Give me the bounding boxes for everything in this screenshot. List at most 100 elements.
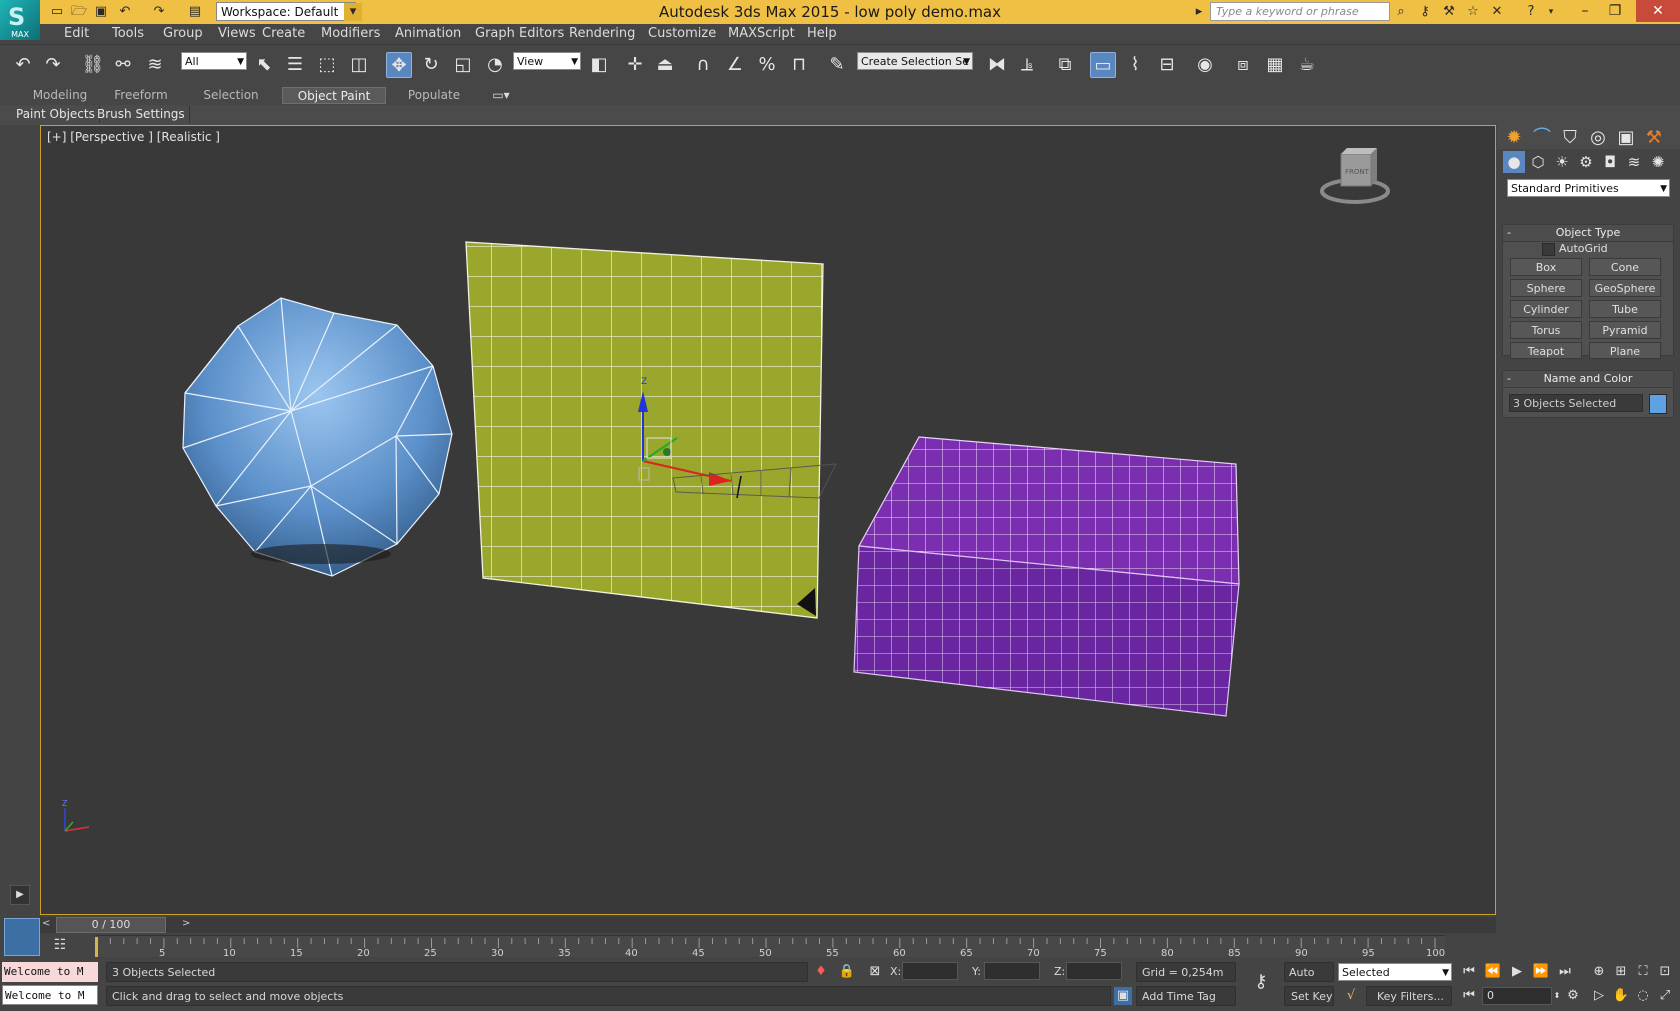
viewcube[interactable]: FRONT — [1320, 148, 1390, 204]
play-icon[interactable]: ▶ — [1508, 963, 1526, 981]
workspace-dropdown[interactable]: Workspace: Default ▼ — [216, 2, 356, 21]
zoom-all-icon[interactable]: ⊞ — [1612, 963, 1630, 981]
menu-views[interactable]: Views — [218, 26, 256, 41]
render-setup-icon[interactable]: ⧈ — [1230, 52, 1256, 78]
key-icon[interactable]: ⚷ — [1416, 3, 1434, 21]
spinner-snap-icon[interactable]: ⊓ — [786, 52, 812, 78]
render-production-icon[interactable]: ☕ — [1294, 52, 1320, 78]
select-object-icon[interactable]: ⬉ — [251, 52, 277, 78]
teapot-button[interactable]: Teapot — [1510, 342, 1582, 359]
create-tab-icon[interactable]: ✹ — [1501, 125, 1527, 151]
percent-snap-icon[interactable]: % — [754, 52, 780, 78]
rectangular-selection-icon[interactable]: ⬚ — [314, 52, 340, 78]
space-warps-icon[interactable]: ≋ — [1623, 151, 1645, 173]
selection-filter-dropdown[interactable]: All ▼ — [181, 52, 247, 70]
geosphere-button[interactable]: GeoSphere — [1589, 279, 1661, 297]
new-file-icon[interactable]: ▭ — [48, 3, 66, 21]
menu-customize[interactable]: Customize — [648, 26, 716, 41]
redo-icon[interactable]: ↷ — [40, 52, 66, 78]
go-to-start-icon[interactable]: ⏮ — [1460, 963, 1478, 981]
key-mode-dropdown[interactable]: Selected ▼ — [1338, 963, 1452, 981]
x-coordinate-field[interactable] — [902, 962, 958, 980]
y-coordinate-field[interactable] — [984, 962, 1040, 980]
time-slider[interactable]: < 0 / 100 > — [40, 917, 1496, 933]
motion-tab-icon[interactable]: ◎ — [1585, 125, 1611, 151]
curve-editor-mini-icon[interactable]: ☷ — [50, 937, 70, 955]
orbit-icon[interactable]: ◌ — [1634, 987, 1652, 1005]
go-to-end-icon[interactable]: ⏭ — [1556, 963, 1574, 981]
redo-icon[interactable]: ↷ — [150, 3, 168, 21]
select-and-place-icon[interactable]: ◔ — [482, 52, 508, 78]
z-coordinate-field[interactable] — [1066, 962, 1122, 980]
select-and-rotate-icon[interactable]: ↻ — [418, 52, 444, 78]
isolate-selection-icon[interactable]: ♦ — [812, 963, 830, 981]
autogrid-checkbox[interactable] — [1542, 243, 1555, 256]
set-key-icon[interactable]: ⚷ — [1248, 973, 1274, 991]
app-logo[interactable]: S MAX — [0, 0, 40, 40]
open-file-icon[interactable]: 🗁 — [70, 3, 88, 21]
plane-button[interactable]: Plane — [1589, 342, 1661, 359]
save-icon[interactable]: ▣ — [92, 3, 110, 21]
layer-explorer-icon[interactable]: ⧉ — [1052, 52, 1078, 78]
add-time-tag-button[interactable]: Add Time Tag — [1136, 986, 1236, 1006]
current-frame-field[interactable]: 0 — [1482, 987, 1552, 1005]
pivot-center-icon[interactable]: ◧ — [586, 52, 612, 78]
keyboard-shortcut-override-icon[interactable]: ⏏ — [652, 52, 678, 78]
menu-animation[interactable]: Animation — [395, 26, 461, 41]
snaps-toggle-icon[interactable]: ∩ — [690, 52, 716, 78]
next-frame-icon[interactable]: ⏩ — [1532, 963, 1550, 981]
geosphere-object[interactable] — [182, 297, 453, 577]
shapes-icon[interactable]: ⬡ — [1527, 151, 1549, 173]
object-color-swatch[interactable] — [1649, 394, 1667, 414]
window-crossing-icon[interactable]: ◫ — [346, 52, 372, 78]
bind-space-warp-icon[interactable]: ≋ — [142, 52, 168, 78]
edit-named-selection-icon[interactable]: ✎ — [824, 52, 850, 78]
cone-button[interactable]: Cone — [1589, 258, 1661, 276]
star-icon[interactable]: ☆ — [1464, 3, 1482, 21]
sphere-button[interactable]: Sphere — [1510, 279, 1582, 297]
track-bar[interactable]: 5 10 15 20 25 30 35 40 45 50 55 60 65 70… — [95, 935, 1445, 959]
box-button[interactable]: Box — [1510, 258, 1582, 276]
minimize-button[interactable]: – — [1570, 0, 1600, 22]
tools-icon[interactable]: ⚒ — [1440, 3, 1458, 21]
frame-spinner-icon[interactable]: ⬍ — [1552, 987, 1562, 1005]
default-in-out-tangent-icon[interactable]: √ — [1342, 987, 1360, 1005]
ribbon-options-icon[interactable]: ▭▾ — [486, 87, 516, 104]
key-mode-toggle-icon[interactable]: ⏮ — [1460, 987, 1478, 1005]
menu-create[interactable]: Create — [262, 26, 305, 41]
tab-object-paint[interactable]: Object Paint — [282, 87, 386, 104]
select-manipulate-icon[interactable]: ✛ — [622, 52, 648, 78]
plane-object[interactable] — [465, 241, 824, 619]
modify-tab-icon[interactable]: ⌒ — [1529, 125, 1555, 151]
object-name-field[interactable]: 3 Objects Selected — [1509, 394, 1643, 412]
zoom-extents-icon[interactable]: ⛶ — [1634, 963, 1652, 981]
torus-button[interactable]: Torus — [1510, 321, 1582, 339]
schematic-view-icon[interactable]: ⊟ — [1154, 52, 1180, 78]
x-exchange-icon[interactable]: ✕ — [1488, 3, 1506, 21]
search-arrow-icon[interactable]: ▸ — [1190, 3, 1208, 21]
tab-freeform[interactable]: Freeform — [108, 87, 174, 104]
menu-modifiers[interactable]: Modifiers — [321, 26, 380, 41]
perspective-viewport[interactable]: [+] [Perspective ] [Realistic ] FRONT Z … — [40, 125, 1496, 915]
curve-editor-icon[interactable]: ⌇ — [1122, 52, 1148, 78]
select-by-name-icon[interactable]: ☰ — [282, 52, 308, 78]
select-and-move-icon[interactable]: ✥ — [386, 52, 412, 78]
maxscript-listener-input[interactable]: Welcome to M — [2, 985, 98, 1005]
toggle-ribbon-icon[interactable]: ▭ — [1090, 52, 1116, 78]
tube-button[interactable]: Tube — [1589, 300, 1661, 318]
undo-icon[interactable]: ↶ — [116, 3, 134, 21]
selection-lock-icon[interactable]: 🔒 — [838, 963, 856, 981]
maximize-viewport-icon[interactable]: ⤢ — [1656, 987, 1674, 1005]
menu-maxscript[interactable]: MAXScript — [728, 26, 795, 41]
hierarchy-tab-icon[interactable]: ⛉ — [1557, 125, 1583, 151]
time-configuration-icon[interactable]: ⚙ — [1564, 987, 1582, 1005]
helpers-icon[interactable]: ◘ — [1599, 151, 1621, 173]
select-and-scale-icon[interactable]: ◱ — [450, 52, 476, 78]
menu-edit[interactable]: Edit — [64, 26, 89, 41]
paint-objects-button[interactable]: Paint Objects — [12, 106, 100, 123]
restore-button[interactable]: ❐ — [1600, 0, 1630, 22]
geometry-icon[interactable]: ● — [1503, 151, 1525, 173]
align-icon[interactable]: ⫡ — [1014, 52, 1040, 78]
tab-populate[interactable]: Populate — [402, 87, 466, 104]
mirror-icon[interactable]: ⧓ — [984, 52, 1010, 78]
